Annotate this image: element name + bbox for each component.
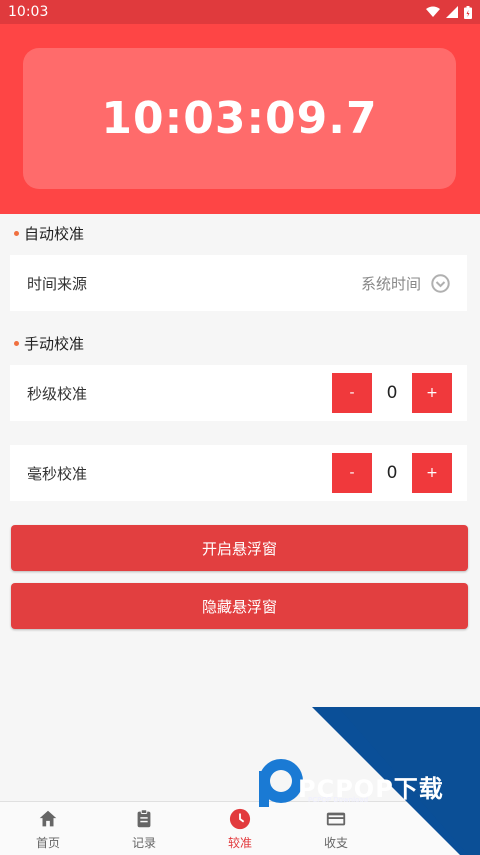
bullet-dot xyxy=(14,231,19,236)
nav-item-home[interactable]: 首页 xyxy=(0,802,96,855)
bullet-dot xyxy=(14,341,19,346)
status-time: 10:03 xyxy=(8,4,49,20)
hide-float-window-button[interactable]: 隐藏悬浮窗 xyxy=(11,583,468,629)
nav-label: 首页 xyxy=(35,835,60,850)
card-icon xyxy=(326,812,346,825)
status-bar: 10:03 xyxy=(0,0,480,24)
nav-label: 较准 xyxy=(227,835,252,850)
milliseconds-calibration-row: 毫秒校准 - 0 + xyxy=(10,445,467,501)
nav-label: 记录 xyxy=(131,835,156,850)
nav-item-income-expense[interactable]: 收支 xyxy=(288,802,384,855)
seconds-value: 0 xyxy=(386,383,398,403)
bottom-nav: 首页 记录 较准 收支 xyxy=(0,801,480,855)
time-source-label: 时间来源 xyxy=(27,274,88,293)
time-source-value: 系统时间 xyxy=(360,274,421,293)
manual-calibration-title-text: 手动校准 xyxy=(24,335,85,353)
milliseconds-value: 0 xyxy=(386,463,398,483)
seconds-plus-button[interactable]: + xyxy=(412,373,452,413)
watermark-brand: PCPOP下载 xyxy=(298,775,444,803)
clock-display: 10:03:09.7 xyxy=(101,93,378,144)
milliseconds-minus-button[interactable]: - xyxy=(332,453,372,493)
nav-item-records[interactable]: 记录 xyxy=(96,802,192,855)
clipboard-icon xyxy=(137,808,151,827)
milliseconds-calibration-label: 毫秒校准 xyxy=(27,464,88,483)
nav-item-more[interactable] xyxy=(384,802,480,855)
milliseconds-plus-button[interactable]: + xyxy=(412,453,452,493)
chevron-down-icon xyxy=(431,273,450,293)
status-icons xyxy=(426,5,472,19)
header: 10:03:09.7 xyxy=(0,24,480,214)
auto-calibration-title: 自动校准 xyxy=(14,223,84,244)
milliseconds-stepper: - 0 + xyxy=(332,453,452,493)
manual-calibration-title: 手动校准 xyxy=(14,333,84,354)
time-source-row[interactable]: 时间来源 系统时间 xyxy=(10,255,467,311)
seconds-calibration-row: 秒级校准 - 0 + xyxy=(10,365,467,421)
nav-item-calibrate[interactable]: 较准 xyxy=(192,802,288,855)
nav-label: 收支 xyxy=(323,835,348,850)
app-screen: 10:03 10:03:09.7 自动校准 时间来源 系统时间 手动校准 秒级校… xyxy=(0,0,480,855)
auto-calibration-title-text: 自动校准 xyxy=(24,225,85,243)
home-icon xyxy=(39,810,57,826)
time-source-select[interactable]: 系统时间 xyxy=(361,273,450,294)
seconds-stepper: - 0 + xyxy=(332,373,452,413)
signal-icon xyxy=(446,6,458,18)
seconds-minus-button[interactable]: - xyxy=(332,373,372,413)
clock-icon xyxy=(229,808,251,829)
open-float-window-button[interactable]: 开启悬浮窗 xyxy=(11,525,468,571)
wifi-icon xyxy=(426,6,440,17)
battery-icon xyxy=(464,5,472,19)
clock-card: 10:03:09.7 xyxy=(23,48,456,189)
seconds-calibration-label: 秒级校准 xyxy=(27,384,88,403)
